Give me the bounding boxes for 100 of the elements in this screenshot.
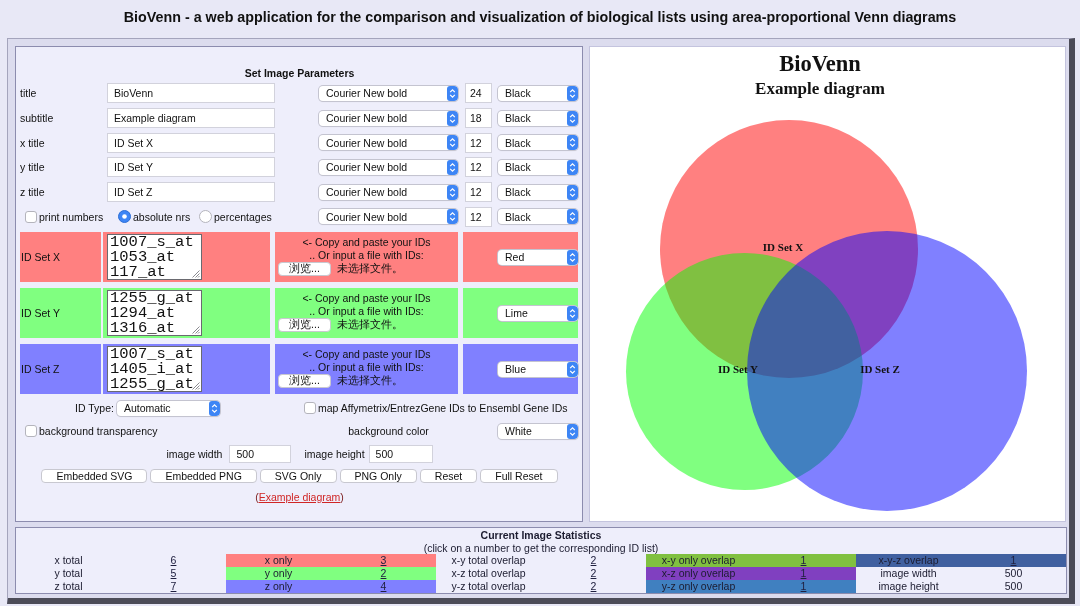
color-select[interactable]: Black bbox=[498, 209, 578, 225]
stepper-icon bbox=[567, 110, 578, 126]
color-select[interactable]: Red bbox=[498, 249, 578, 265]
stepper-icon bbox=[567, 361, 578, 377]
action-button[interactable]: Embedded SVG bbox=[41, 469, 148, 484]
id-textarea[interactable]: 1007_s_at 1053_at 117_at bbox=[107, 234, 202, 281]
stat-value-link[interactable]: 3 bbox=[380, 554, 387, 566]
height-field[interactable]: 500 bbox=[368, 445, 433, 464]
width-field[interactable]: 500 bbox=[229, 445, 292, 464]
size-field[interactable]: 18 bbox=[465, 108, 492, 129]
stat-value-link[interactable]: 2 bbox=[590, 567, 597, 579]
stat-value-link[interactable]: 6 bbox=[170, 554, 177, 566]
stat-value-link[interactable]: 2 bbox=[590, 554, 597, 566]
text-field[interactable]: ID Set Z bbox=[107, 182, 275, 203]
size-field[interactable]: 24 bbox=[465, 83, 492, 104]
size-field[interactable]: 12 bbox=[465, 206, 492, 227]
id-textarea[interactable]: 1007_s_at 1405_i_at 1255_g_at bbox=[107, 346, 202, 393]
action-button[interactable]: Embedded PNG bbox=[150, 469, 257, 484]
font-select[interactable]: Courier New bold bbox=[319, 110, 458, 126]
font-select[interactable]: Courier New bold bbox=[319, 135, 458, 151]
stepper-icon bbox=[567, 85, 578, 101]
resize-grip-icon[interactable] bbox=[192, 270, 200, 279]
paste-hint: <- Copy and paste your IDs bbox=[302, 235, 431, 249]
stat-label: y-z total overlap bbox=[451, 580, 526, 592]
checkbox[interactable] bbox=[25, 425, 37, 438]
font-select[interactable]: Courier New bold bbox=[319, 85, 458, 101]
font-select[interactable]: Courier New bold bbox=[319, 184, 458, 200]
paste-hint: <- Copy and paste your IDs bbox=[302, 291, 431, 305]
action-button[interactable]: SVG Only bbox=[259, 469, 337, 484]
color-select[interactable]: Black bbox=[498, 85, 578, 101]
font-select[interactable]: Courier New bold bbox=[319, 159, 458, 175]
option-label: percentages bbox=[214, 210, 272, 223]
stat-value-link[interactable]: 1 bbox=[800, 580, 807, 592]
field-label: image width bbox=[166, 448, 223, 461]
browse-button[interactable]: 浏览... bbox=[278, 318, 331, 333]
paste-hint: <- Copy and paste your IDs bbox=[302, 347, 431, 361]
background-color-select[interactable]: White bbox=[498, 423, 578, 439]
stat-label: y-z only overlap bbox=[661, 580, 736, 592]
stat-label: x-y-z overlap bbox=[878, 554, 939, 566]
color-select[interactable]: Lime bbox=[498, 305, 578, 321]
stat-value-link[interactable]: 2 bbox=[380, 567, 387, 579]
circle-label: ID Set X bbox=[762, 241, 804, 253]
option-label: absolute nrs bbox=[133, 210, 191, 223]
text-field[interactable]: Example diagram bbox=[107, 108, 275, 129]
action-button[interactable]: Full Reset bbox=[480, 469, 558, 484]
stat-value-link[interactable]: 1 bbox=[800, 554, 807, 566]
stat-label: x-y total overlap bbox=[451, 554, 526, 566]
stat-value-link[interactable]: 2 bbox=[590, 580, 597, 592]
circle-label: ID Set Z bbox=[860, 363, 900, 375]
action-button[interactable]: PNG Only bbox=[339, 469, 417, 484]
size-field[interactable]: 12 bbox=[465, 182, 492, 203]
stepper-icon bbox=[447, 85, 458, 101]
browse-button[interactable]: 浏览... bbox=[278, 374, 331, 389]
text-field[interactable]: ID Set X bbox=[107, 132, 275, 153]
field-label: z title bbox=[20, 186, 46, 199]
checkbox[interactable] bbox=[25, 210, 37, 223]
stepper-icon bbox=[447, 209, 458, 225]
file-hint: .. Or input a file with IDs: bbox=[309, 248, 424, 262]
color-select[interactable]: Black bbox=[498, 159, 578, 175]
stepper-icon bbox=[447, 159, 458, 175]
stat-label: z total bbox=[54, 580, 83, 592]
stat-value-link[interactable]: 7 bbox=[170, 580, 177, 592]
circle-label: ID Set Y bbox=[718, 363, 758, 375]
text-field[interactable]: BioVenn bbox=[107, 83, 275, 104]
stepper-icon bbox=[567, 249, 578, 265]
resize-grip-icon[interactable] bbox=[192, 382, 200, 391]
radio-button[interactable] bbox=[199, 210, 212, 224]
stats-hint: (click on a number to get the corresponding ID list) bbox=[423, 542, 659, 554]
color-select[interactable]: Blue bbox=[498, 361, 578, 377]
color-select[interactable]: Black bbox=[498, 110, 578, 126]
stepper-icon bbox=[567, 159, 578, 175]
id-type-select[interactable]: Automatic bbox=[116, 400, 220, 416]
text-field[interactable]: ID Set Y bbox=[107, 157, 275, 178]
stepper-icon bbox=[447, 110, 458, 126]
field-label: x title bbox=[20, 136, 46, 149]
id-textarea[interactable]: 1255_g_at 1294_at 1316_at bbox=[107, 290, 202, 337]
option-label: background transparency bbox=[39, 425, 158, 438]
stepper-icon bbox=[567, 184, 578, 200]
browse-button[interactable]: 浏览... bbox=[278, 262, 331, 277]
stat-label: x-y only overlap bbox=[661, 554, 736, 566]
set-label: ID Set Z bbox=[20, 344, 101, 395]
field-label: ID Type: bbox=[75, 402, 114, 415]
stat-label: image width bbox=[880, 567, 937, 579]
file-status: 未选择文件。 bbox=[337, 374, 403, 389]
action-button[interactable]: Reset bbox=[419, 469, 478, 484]
stat-value-link[interactable]: 5 bbox=[170, 567, 177, 579]
size-field[interactable]: 12 bbox=[465, 157, 492, 178]
color-select[interactable]: Black bbox=[498, 135, 578, 151]
color-select[interactable]: Black bbox=[498, 184, 578, 200]
stat-value-link[interactable]: 4 bbox=[380, 580, 387, 592]
checkbox[interactable] bbox=[303, 402, 316, 415]
radio-button[interactable] bbox=[118, 210, 131, 224]
resize-grip-icon[interactable] bbox=[192, 326, 200, 335]
font-select[interactable]: Courier New bold bbox=[319, 209, 458, 225]
option-label: print numbers bbox=[39, 210, 104, 223]
field-label: subtitle bbox=[20, 112, 55, 125]
stat-label: image height bbox=[878, 580, 939, 592]
size-field[interactable]: 12 bbox=[465, 132, 492, 153]
stepper-icon bbox=[208, 400, 220, 416]
field-label: image height bbox=[304, 448, 365, 461]
